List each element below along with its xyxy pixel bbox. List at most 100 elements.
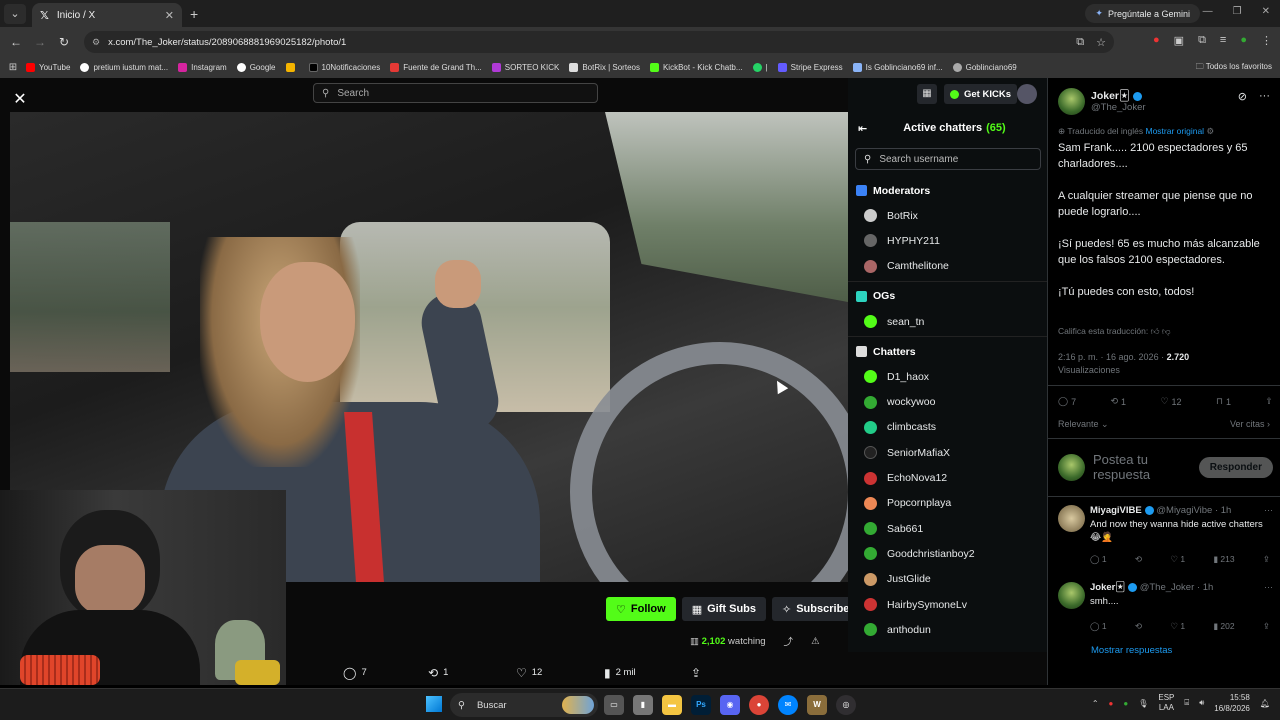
like-icon[interactable]: ♡ 1: [1170, 621, 1185, 632]
chatters-section[interactable]: Chatters: [848, 339, 1047, 364]
media-share-button[interactable]: ⇪: [691, 666, 701, 680]
show-replies-link[interactable]: Mostrar respuestas: [1091, 645, 1172, 656]
game-icon[interactable]: W: [807, 695, 827, 715]
photoshop-icon[interactable]: Ps: [691, 695, 711, 715]
more-icon[interactable]: ···: [1264, 582, 1273, 592]
chatter-item[interactable]: sean_tn: [848, 309, 1047, 334]
media-repost-button[interactable]: ⟲ 1: [428, 666, 448, 680]
file-explorer-icon[interactable]: ▬: [662, 695, 682, 715]
back-button[interactable]: ←: [4, 35, 28, 49]
reply-icon[interactable]: ◯ 1: [1090, 554, 1107, 565]
moderators-section[interactable]: Moderators: [848, 178, 1047, 203]
network-icon[interactable]: ⌸: [1184, 698, 1189, 708]
bookmark-extension[interactable]: [285, 63, 299, 72]
layout-icon[interactable]: ▦: [917, 84, 937, 104]
tab-close-icon[interactable]: ✕: [165, 9, 174, 22]
bookmark-botrix[interactable]: BotRix | Sorteos: [569, 63, 640, 72]
chatter-item[interactable]: Goodchristianboy2: [848, 541, 1047, 566]
maximize-button[interactable]: ❐: [1233, 6, 1242, 17]
like-button[interactable]: ♡ 12: [1160, 396, 1181, 407]
thumbs-up-icon[interactable]: 👍︎: [1151, 326, 1160, 336]
apps-grid-icon[interactable]: ⊞: [0, 62, 26, 73]
gemini-button[interactable]: ✦ Pregúntale a Gemini: [1085, 4, 1200, 23]
reply-item[interactable]: MiyagiVIBE @MiyagiVibe · 1h ··· And now …: [1058, 505, 1273, 565]
more-icon[interactable]: ···: [1264, 505, 1273, 515]
reply-button[interactable]: ◯ 7: [1058, 396, 1076, 407]
gear-icon[interactable]: ⚙: [1206, 126, 1214, 136]
chatter-item[interactable]: Sab661: [848, 516, 1047, 541]
site-info-icon[interactable]: ⚙: [92, 37, 100, 48]
chatter-item[interactable]: Camthelitone: [848, 254, 1047, 279]
volume-icon[interactable]: 🔊︎: [1199, 698, 1204, 708]
microphone-icon[interactable]: 🎙︎: [1138, 699, 1148, 708]
forward-button[interactable]: →: [28, 35, 52, 49]
report-icon[interactable]: ⚠: [811, 636, 820, 647]
follow-button[interactable]: ♡ Follow: [606, 597, 676, 621]
extension-icon[interactable]: ▣: [1174, 34, 1184, 47]
bookmark-gta[interactable]: Fuente de Grand Th...: [390, 63, 482, 72]
repost-icon[interactable]: ⟲: [1135, 554, 1142, 565]
bookmark-whatsapp[interactable]: |: [752, 63, 768, 72]
subscribe-button[interactable]: ✧ Subscribe: [772, 597, 860, 621]
bookmark-goblin-info[interactable]: Is Goblinciano69 inf...: [852, 63, 943, 72]
reply-input[interactable]: Postea tu respuesta: [1093, 452, 1183, 482]
reply-avatar[interactable]: [1058, 582, 1085, 609]
bookmark-stripe[interactable]: Stripe Express: [777, 63, 843, 72]
repost-button[interactable]: ⟲ 1: [1111, 396, 1127, 407]
browser-menu-icon[interactable]: ⋮: [1261, 34, 1272, 47]
reading-list-icon[interactable]: ≡: [1220, 34, 1226, 47]
bookmark-notificaciones[interactable]: 10Notificaciones: [308, 63, 380, 72]
search-username-input[interactable]: ⚲ Search username: [855, 148, 1041, 170]
thumbs-down-icon[interactable]: 👎︎: [1162, 326, 1171, 336]
bookmark-sorteo-kick[interactable]: SORTEO KICK: [491, 63, 559, 72]
share-icon[interactable]: ⇪: [1263, 554, 1270, 565]
clock[interactable]: 15:58 16/8/2026: [1214, 692, 1250, 714]
collapse-icon[interactable]: ⇤: [858, 122, 867, 135]
tweet-time[interactable]: 2:16 p. m. · 16 ago. 2026 ·: [1058, 352, 1164, 362]
chatter-item[interactable]: HYPHY211: [848, 228, 1047, 253]
tweet-author[interactable]: Joker🃏 @The_Joker: [1058, 88, 1146, 115]
bookmark-instagram[interactable]: Instagram: [178, 63, 227, 72]
notification-bell-icon[interactable]: 🔔︎: [1260, 699, 1270, 708]
obs-icon[interactable]: ◎: [836, 695, 856, 715]
bookmark-goblin[interactable]: Goblinciano69: [952, 63, 1017, 72]
kick-user-avatar[interactable]: [1017, 84, 1037, 104]
chatter-item[interactable]: climbcasts: [848, 415, 1047, 440]
bookmark-kickbot[interactable]: KickBot - Kick Chatb...: [649, 63, 743, 72]
see-quotes-link[interactable]: Ver citas ›: [1230, 419, 1270, 429]
chatter-item[interactable]: JustGlide: [848, 567, 1047, 592]
tray-app-icon[interactable]: ●: [1109, 699, 1114, 708]
reload-button[interactable]: ↻: [52, 35, 76, 49]
tab-search-button[interactable]: ⌄: [4, 3, 26, 24]
share-icon[interactable]: ⤴: [784, 634, 794, 648]
grok-icon[interactable]: ⊘: [1238, 90, 1247, 103]
chatter-item[interactable]: anthodun: [848, 617, 1047, 642]
install-icon[interactable]: ⧉: [1076, 36, 1084, 49]
reply-avatar[interactable]: [1058, 505, 1085, 532]
chatter-item[interactable]: D1_haox: [848, 364, 1047, 389]
media-reply-button[interactable]: ◯ 7: [343, 666, 367, 680]
extensions-puzzle-icon[interactable]: ⧉: [1198, 34, 1206, 47]
new-tab-button[interactable]: +: [190, 6, 198, 22]
bookmark-pretium[interactable]: pretium iustum mat...: [80, 63, 168, 72]
kick-search-bar[interactable]: ⚲ Search: [313, 83, 598, 103]
bookmark-star-icon[interactable]: ☆: [1096, 36, 1106, 49]
taskbar-search[interactable]: ⚲ Buscar: [450, 693, 598, 717]
reply-icon[interactable]: ◯ 1: [1090, 621, 1107, 632]
language-indicator[interactable]: ESP LAA: [1158, 693, 1174, 713]
browser-tab[interactable]: 𝕏 Inicio / X ✕: [32, 3, 182, 27]
messenger-icon[interactable]: ✉: [778, 695, 798, 715]
sort-relevant[interactable]: Relevante ⌄: [1058, 419, 1109, 430]
profile-avatar[interactable]: ●: [1240, 34, 1247, 47]
bookmark-google[interactable]: Google: [236, 63, 276, 72]
close-viewer-icon[interactable]: ✕: [10, 90, 30, 110]
like-icon[interactable]: ♡ 1: [1170, 554, 1185, 565]
more-icon[interactable]: ···: [1259, 90, 1270, 103]
all-bookmarks[interactable]: 🗀 Todos los favoritos: [1196, 61, 1272, 75]
minimize-button[interactable]: —: [1203, 6, 1213, 17]
chatter-item[interactable]: wockywoo: [848, 389, 1047, 414]
views-icon[interactable]: ▮ 213: [1213, 554, 1234, 565]
bookmark-youtube[interactable]: YouTube: [26, 63, 70, 72]
chatter-item[interactable]: EchoNova12: [848, 465, 1047, 490]
views-icon[interactable]: ▮ 202: [1213, 621, 1234, 632]
